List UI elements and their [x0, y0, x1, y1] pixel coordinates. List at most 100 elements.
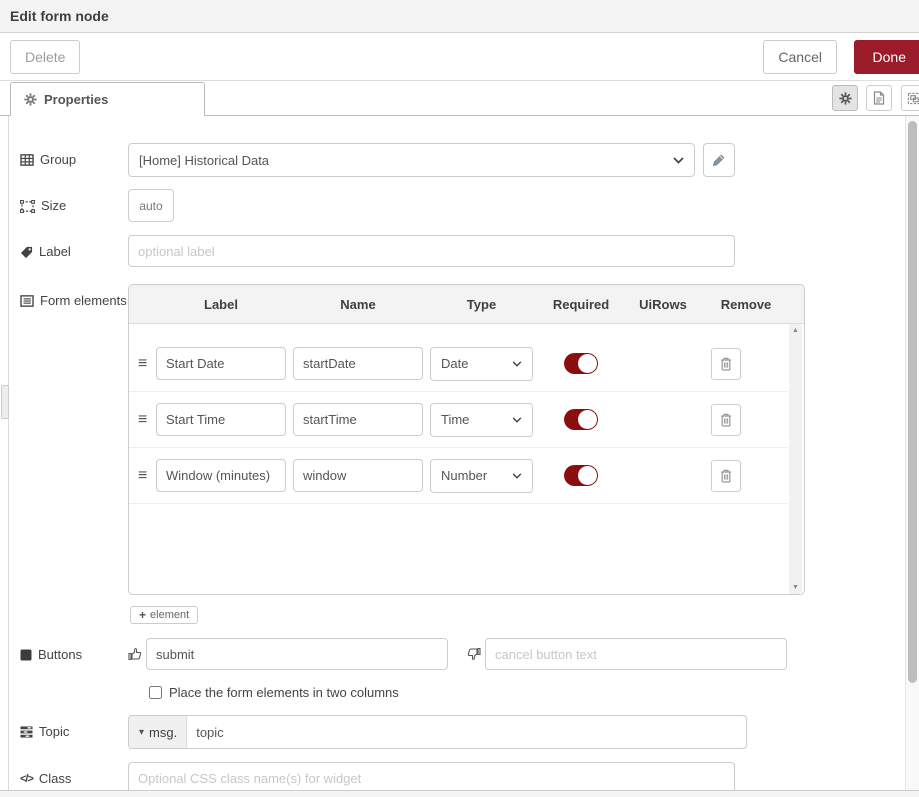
square-icon — [20, 649, 32, 661]
remove-element-button[interactable] — [711, 460, 741, 492]
table-icon — [20, 154, 34, 166]
table-body: ≡ Date — [129, 324, 804, 594]
tray-scrollbar[interactable] — [905, 116, 919, 790]
tab-properties[interactable]: Properties — [10, 82, 205, 116]
object-group-icon — [20, 200, 35, 213]
group-select[interactable]: [Home] Historical Data — [128, 143, 695, 177]
add-element-label: element — [150, 609, 189, 621]
label-label-wrap: Label — [20, 235, 128, 261]
drag-handle-icon[interactable]: ≡ — [138, 412, 156, 428]
element-name-input[interactable] — [293, 347, 423, 380]
topic-type-label: msg. — [149, 725, 177, 740]
size-label: Size — [41, 197, 66, 215]
col-header-label: Label — [156, 297, 286, 312]
delete-button-label: Delete — [25, 49, 65, 65]
element-type-select[interactable]: Number — [430, 459, 533, 493]
tag-icon — [20, 246, 33, 259]
list-alt-icon — [20, 295, 34, 307]
caret-down-icon: ▾ — [139, 727, 144, 738]
chevron-down-icon — [512, 473, 522, 479]
remove-element-button[interactable] — [711, 404, 741, 436]
element-label-input[interactable] — [156, 459, 286, 492]
done-button-label: Done — [873, 49, 906, 65]
remove-element-button[interactable] — [711, 348, 741, 380]
table-row: ≡ Date — [129, 336, 788, 392]
object-group-icon — [907, 92, 919, 105]
file-icon — [873, 91, 885, 105]
tray-footer — [0, 790, 919, 797]
element-label-input[interactable] — [156, 347, 286, 380]
col-header-uirows: UiRows — [628, 297, 698, 312]
label-input[interactable] — [128, 235, 735, 267]
group-label-wrap: Group — [20, 143, 128, 169]
col-header-name: Name — [293, 297, 423, 312]
node-properties-button[interactable] — [832, 85, 858, 111]
chevron-down-icon — [512, 361, 522, 367]
tray-left-border — [8, 116, 9, 790]
done-button[interactable]: Done — [854, 40, 919, 74]
thumbs-up-icon — [128, 638, 142, 661]
topic-label: Topic — [39, 723, 69, 741]
trash-icon — [720, 413, 732, 427]
size-row: Size auto — [20, 189, 919, 222]
delete-button[interactable]: Delete — [10, 40, 80, 74]
element-label-input[interactable] — [156, 403, 286, 436]
table-row: ≡ Time — [129, 392, 788, 448]
topic-value[interactable]: topic — [187, 716, 223, 748]
node-appearance-button[interactable] — [901, 85, 919, 111]
tray-resize-handle[interactable] — [1, 385, 9, 419]
chevron-down-icon — [512, 417, 522, 423]
table-row: ≡ Number — [129, 448, 788, 504]
group-label: Group — [40, 151, 76, 169]
cancel-button-text-input[interactable] — [485, 638, 787, 670]
required-toggle[interactable] — [564, 465, 598, 486]
buttons-label-wrap: Buttons — [20, 638, 128, 664]
element-type-select[interactable]: Time — [430, 403, 533, 437]
tab-properties-label: Properties — [44, 92, 108, 107]
add-element-button[interactable]: + element — [130, 606, 198, 624]
topic-typed-input: ▾ msg. topic — [128, 715, 747, 749]
element-name-input[interactable] — [293, 459, 423, 492]
edit-group-button[interactable] — [703, 143, 735, 177]
chevron-down-icon — [673, 157, 684, 164]
two-columns-label: Place the form elements in two columns — [169, 685, 399, 700]
drag-handle-icon[interactable]: ≡ — [138, 468, 156, 484]
thumbs-down-icon — [467, 638, 481, 661]
gear-icon — [24, 93, 37, 106]
submit-button-text-input[interactable] — [146, 638, 448, 670]
group-select-value: [Home] Historical Data — [139, 153, 269, 168]
dialog-title: Edit form node — [0, 0, 919, 33]
element-type-value: Date — [441, 356, 468, 371]
element-type-value: Number — [441, 468, 487, 483]
gear-icon — [839, 92, 852, 105]
scroll-up-icon[interactable]: ▲ — [792, 327, 799, 334]
node-description-button[interactable] — [866, 85, 892, 111]
form-elements-label-wrap: Form elements — [20, 284, 128, 310]
drag-handle-icon[interactable]: ≡ — [138, 356, 156, 372]
class-label-wrap: </> Class — [20, 762, 128, 788]
tray-scrollbar-thumb[interactable] — [908, 121, 917, 683]
two-columns-row: Place the form elements in two columns — [148, 685, 919, 700]
label-row: Label — [20, 235, 919, 267]
col-header-remove: Remove — [711, 297, 781, 312]
plus-icon: + — [139, 609, 146, 621]
element-name-input[interactable] — [293, 403, 423, 436]
trash-icon — [720, 357, 732, 371]
element-type-select[interactable]: Date — [430, 347, 533, 381]
required-toggle[interactable] — [564, 353, 598, 374]
size-button[interactable]: auto — [128, 189, 174, 222]
topic-label-wrap: Topic — [20, 715, 128, 741]
buttons-row: Buttons — [20, 638, 919, 670]
class-input[interactable] — [128, 762, 735, 790]
topic-type-select[interactable]: ▾ msg. — [129, 716, 187, 748]
tasks-icon — [20, 726, 33, 738]
two-columns-checkbox[interactable] — [149, 686, 162, 699]
buttons-label: Buttons — [38, 646, 82, 664]
required-toggle[interactable] — [564, 409, 598, 430]
topic-row: Topic ▾ msg. topic — [20, 715, 919, 749]
pencil-icon — [712, 153, 726, 167]
cancel-button[interactable]: Cancel — [763, 40, 837, 74]
element-type-value: Time — [441, 412, 469, 427]
table-scrollbar[interactable]: ▲ ▼ — [789, 324, 802, 594]
scroll-down-icon[interactable]: ▼ — [792, 584, 799, 591]
